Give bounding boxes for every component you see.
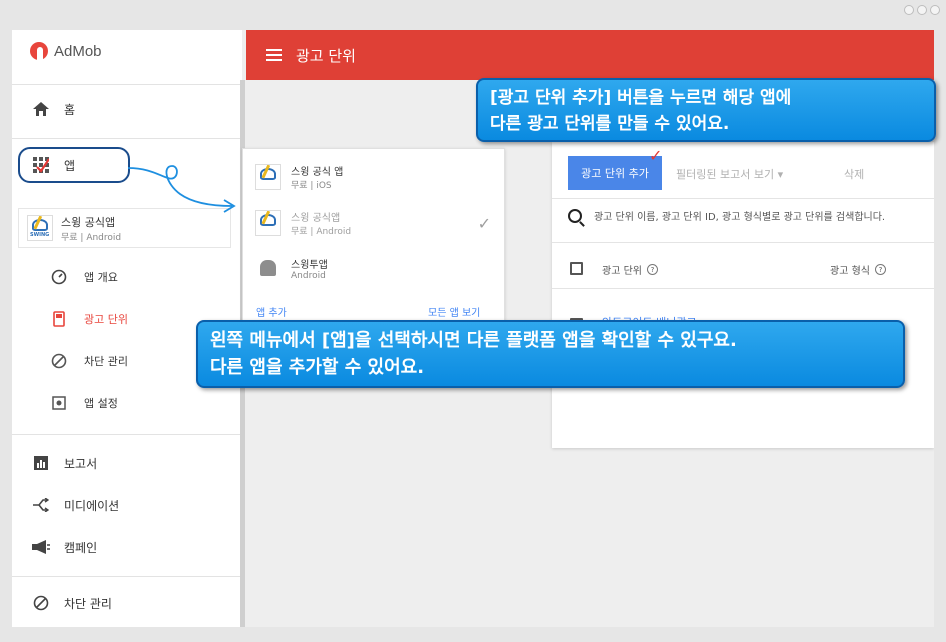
gear-icon	[50, 394, 68, 412]
sidebar-subitem-label: 광고 단위	[84, 313, 128, 326]
sidebar-subitem-ad-units[interactable]: 광고 단위	[50, 310, 128, 328]
ad-units-card: 광고 단위 추가 ✓ 필터링된 보고서 보기 ▾ 삭제 광고 단위 이름, 광고…	[552, 142, 934, 448]
app-name: 스윙투앱	[291, 259, 328, 271]
divider	[552, 242, 934, 243]
column-header-format[interactable]: 광고 형식 ?	[830, 262, 886, 277]
app-detail: 무료 | Android	[291, 227, 352, 237]
app-detail: 무료 | iOS	[291, 181, 332, 191]
column-header-ad-unit[interactable]: 광고 단위 ?	[602, 262, 658, 277]
page-title: 광고 단위	[296, 46, 356, 65]
top-app-bar: 광고 단위	[246, 30, 934, 80]
window-dot[interactable]	[930, 5, 940, 15]
view-all-apps-link[interactable]: 모든 앱 보기	[428, 304, 480, 319]
swing-app-icon: SWING	[27, 215, 53, 241]
column-header-label: 광고 단위	[602, 266, 642, 277]
home-icon	[30, 98, 52, 120]
callout-line: [광고 단위 추가] 버튼을 누르면 해당 앱에	[490, 88, 792, 108]
app-detail: Android	[291, 270, 326, 281]
bar-chart-icon	[30, 452, 52, 474]
column-header-label: 광고 형식	[830, 266, 870, 277]
divider	[12, 84, 240, 85]
app-switcher-item[interactable]: 스윙 공식 앱 무료 | iOS	[255, 163, 495, 191]
swing-app-icon	[255, 164, 281, 190]
search-icon	[568, 208, 582, 223]
divider	[12, 138, 240, 139]
red-check-icon: ✓	[649, 146, 663, 165]
search-bar[interactable]: 광고 단위 이름, 광고 단위 ID, 광고 형식별로 광고 단위를 검색합니다…	[568, 208, 928, 223]
divider	[12, 576, 240, 577]
sidebar-item-reports[interactable]: 보고서	[30, 452, 258, 474]
app-switcher-panel: 스윙 공식 앱 무료 | iOS 스윙 공식앱 무료 | Android ✓ 스…	[242, 148, 505, 324]
android-icon	[255, 255, 281, 281]
sidebar-item-label: 캠페인	[64, 540, 98, 555]
sidebar-item-blocking[interactable]: 차단 관리	[30, 592, 258, 614]
block-icon	[50, 352, 68, 370]
sidebar-subitem-label: 앱 개요	[84, 271, 118, 284]
current-app-card[interactable]: SWING 스윙 공식앱 무료 | Android	[18, 208, 231, 248]
window-dot[interactable]	[904, 5, 914, 15]
callout-line: 다른 앱을 추가할 수 있어요.	[210, 357, 425, 378]
hamburger-menu-icon[interactable]	[266, 49, 282, 61]
app-name: 스윙 공식 앱	[291, 167, 344, 178]
sidebar-subitem-overview[interactable]: 앱 개요	[50, 268, 118, 286]
sidebar-subitem-label: 차단 관리	[84, 355, 128, 368]
add-ad-unit-button[interactable]: 광고 단위 추가	[568, 156, 662, 190]
help-icon[interactable]: ?	[874, 264, 886, 275]
current-app-name: 스윙 공식앱	[61, 215, 116, 229]
current-app-detail: 무료 | Android	[61, 232, 122, 243]
sidebar-item-label: 차단 관리	[64, 596, 112, 611]
window-controls	[904, 5, 940, 15]
delete-button[interactable]: 삭제	[844, 166, 864, 182]
checkmark-icon: ✓	[477, 213, 491, 233]
sidebar-item-home[interactable]: 홈	[30, 98, 258, 120]
callout-line: 왼쪽 메뉴에서 [앱]을 선택하시면 다른 플랫폼 앱을 확인할 수 있구요.	[210, 330, 737, 351]
search-input[interactable]: 광고 단위 이름, 광고 단위 ID, 광고 형식별로 광고 단위를 검색합니다…	[594, 208, 928, 223]
mediation-icon	[30, 494, 52, 516]
app-name: 스윙 공식앱	[291, 213, 341, 224]
callout-line: 다른 광고 단위를 만들 수 있어요.	[490, 114, 730, 134]
apps-highlight-ring	[18, 147, 130, 183]
app-switcher-item[interactable]: 스윙투앱 Android	[255, 255, 495, 281]
gauge-icon	[50, 268, 68, 286]
divider	[12, 434, 240, 435]
sidebar-item-mediation[interactable]: 미디에이션	[30, 494, 258, 516]
app-switcher-item[interactable]: 스윙 공식앱 무료 | Android ✓	[255, 209, 495, 237]
sidebar-subitem-label: 앱 설정	[84, 397, 118, 410]
sidebar-item-campaigns[interactable]: 캠페인	[30, 536, 258, 558]
filtered-report-label: 필터링된 보고서 보기	[676, 168, 775, 181]
window-dot[interactable]	[917, 5, 927, 15]
admob-logo-icon	[30, 42, 48, 60]
admob-logo[interactable]: AdMob	[30, 42, 102, 60]
select-all-checkbox[interactable]	[570, 262, 583, 275]
sidebar-item-label: 홈	[64, 102, 76, 117]
help-icon[interactable]: ?	[646, 264, 658, 275]
sidebar-item-label: 보고서	[64, 456, 98, 471]
swing-app-icon	[255, 210, 281, 236]
ad-unit-icon	[50, 310, 68, 328]
divider	[552, 288, 934, 289]
callout-add-ad-unit: [광고 단위 추가] 버튼을 누르면 해당 앱에 다른 광고 단위를 만들 수 …	[476, 78, 936, 142]
add-app-link[interactable]: 앱 추가	[256, 304, 287, 319]
sidebar-subitem-settings[interactable]: 앱 설정	[50, 394, 118, 412]
megaphone-icon	[30, 536, 52, 558]
filtered-report-link[interactable]: 필터링된 보고서 보기 ▾	[676, 166, 783, 182]
divider	[552, 198, 934, 199]
sidebar-item-label: 미디에이션	[64, 498, 120, 513]
block-icon	[30, 592, 52, 614]
brand-name: AdMob	[54, 42, 102, 60]
callout-apps-menu: 왼쪽 메뉴에서 [앱]을 선택하시면 다른 플랫폼 앱을 확인할 수 있구요. …	[196, 320, 905, 388]
sidebar-subitem-blocking[interactable]: 차단 관리	[50, 352, 128, 370]
